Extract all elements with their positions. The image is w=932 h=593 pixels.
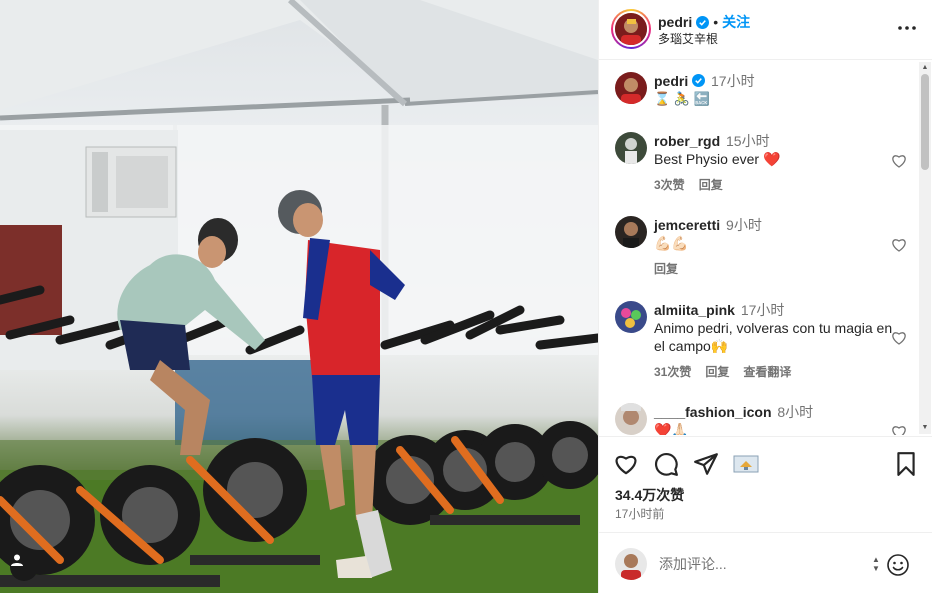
scroll-down-arrow[interactable]: ▼ <box>921 424 929 432</box>
comment-body: almiita_pink 17小时 Animo pedri, volveras … <box>654 301 894 381</box>
avatar-image <box>615 403 647 435</box>
more-icon <box>898 26 916 30</box>
heart-icon[interactable] <box>891 237 907 253</box>
comment-username[interactable]: ____fashion_icon <box>654 404 772 420</box>
tagged-users-button[interactable] <box>10 553 38 581</box>
comment-text: Best Physio ever ❤️ <box>654 151 781 167</box>
current-user-avatar <box>615 548 647 580</box>
comment-time[interactable]: 15小时 <box>726 133 770 149</box>
post-side-panel: pedri • 关注 多瑙艾辛根 pedri 17小时 ⌛ 🚴 🔙 rober_… <box>598 0 932 593</box>
commenter-avatar[interactable] <box>615 216 647 248</box>
translate-button[interactable]: 查看翻译 <box>743 363 791 381</box>
comments-scrollbar[interactable]: ▲ ▼ <box>919 62 931 434</box>
avatar-image <box>615 216 647 248</box>
comment-text: ❤️🙏🏻 <box>654 422 689 435</box>
comments-list[interactable]: pedri 17小时 ⌛ 🚴 🔙 rober_rgd 15小时 Best Phy… <box>599 61 932 435</box>
comment-body: ____fashion_icon 8小时 ❤️🙏🏻 <box>654 403 894 435</box>
post-photo[interactable] <box>0 0 598 593</box>
author-avatar[interactable] <box>611 9 651 49</box>
caption-avatar[interactable] <box>615 72 647 104</box>
comment-input[interactable] <box>659 553 859 575</box>
post-location[interactable]: 多瑙艾辛根 <box>658 30 718 47</box>
caption-body: pedri 17小时 ⌛ 🚴 🔙 <box>654 72 894 108</box>
comment-text: 💪🏻💪🏻 <box>654 235 689 251</box>
commenter-avatar[interactable] <box>615 301 647 333</box>
caption-time[interactable]: 17小时 <box>711 73 755 89</box>
more-options-button[interactable] <box>897 18 917 38</box>
comment-time[interactable]: 17小时 <box>741 302 785 318</box>
comment-text: Animo pedri, volveras con tu magia en el… <box>654 320 893 354</box>
comment-username[interactable]: almiita_pink <box>654 302 735 318</box>
avatar-image <box>615 301 647 333</box>
comment-likes[interactable]: 3次赞 <box>654 176 685 194</box>
caption-text: ⌛ 🚴 🔙 <box>654 91 710 106</box>
post-timestamp[interactable]: 17小时前 <box>615 505 664 522</box>
avatar-image <box>615 72 647 104</box>
reply-button[interactable]: 回复 <box>654 260 678 278</box>
header-user-row: pedri • 关注 <box>658 12 750 32</box>
commenter-avatar[interactable] <box>615 403 647 435</box>
heart-icon[interactable] <box>613 451 639 477</box>
heart-icon[interactable] <box>891 330 907 346</box>
sticker-icon[interactable] <box>733 453 759 475</box>
comment-likes[interactable]: 31次赞 <box>654 363 691 381</box>
comment-composer: ▲▼ <box>599 532 932 593</box>
reply-button[interactable]: 回复 <box>699 176 723 194</box>
input-spinner[interactable]: ▲ ▼ <box>871 555 881 573</box>
comment-username[interactable]: rober_rgd <box>654 133 720 149</box>
emoji-icon[interactable] <box>886 553 910 577</box>
likes-count[interactable]: 34.4万次赞 <box>615 485 684 505</box>
author-username[interactable]: pedri <box>658 14 692 30</box>
heart-icon[interactable] <box>891 153 907 169</box>
avatar-image <box>615 132 647 164</box>
commenter-avatar[interactable] <box>615 132 647 164</box>
follow-button[interactable]: 关注 <box>722 12 750 32</box>
comment-time[interactable]: 9小时 <box>726 217 762 233</box>
verified-badge-icon <box>692 74 706 87</box>
heart-icon[interactable] <box>891 424 907 435</box>
bookmark-icon[interactable] <box>893 451 919 477</box>
post-header: pedri • 关注 多瑙艾辛根 <box>599 0 932 60</box>
comment-time[interactable]: 8小时 <box>777 404 813 420</box>
avatar-image <box>615 13 647 45</box>
comment-username[interactable]: jemceretti <box>654 217 720 233</box>
photo-scene <box>0 0 598 593</box>
post-actions: 34.4万次赞 17小时前 <box>599 436 932 528</box>
comment-body: rober_rgd 15小时 Best Physio ever ❤️ 3次赞 回… <box>654 132 894 194</box>
verified-badge-icon <box>696 15 710 29</box>
scrollbar-thumb[interactable] <box>921 74 929 170</box>
separator-dot: • <box>713 14 719 30</box>
share-icon[interactable] <box>693 451 719 477</box>
avatar-image <box>615 548 647 580</box>
comment-icon[interactable] <box>653 451 679 477</box>
scroll-up-arrow[interactable]: ▲ <box>921 64 929 72</box>
comment-body: jemceretti 9小时 💪🏻💪🏻 回复 <box>654 216 894 278</box>
user-tag-icon <box>11 554 23 566</box>
reply-button[interactable]: 回复 <box>705 363 729 381</box>
caption-username[interactable]: pedri <box>654 73 688 89</box>
